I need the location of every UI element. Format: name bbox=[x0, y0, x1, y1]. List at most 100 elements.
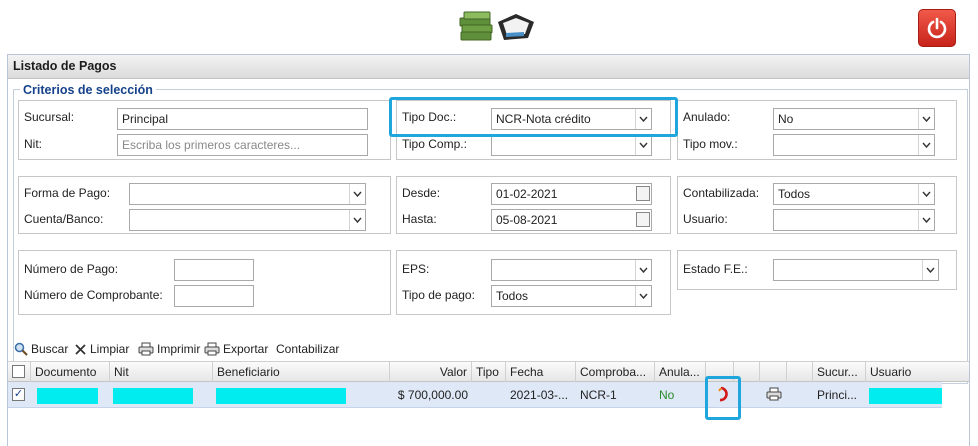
sucursal-field[interactable]: Principal bbox=[117, 108, 368, 130]
group-estado-fe: Estado F.E.: bbox=[677, 250, 957, 290]
cuenta-label: Cuenta/Banco: bbox=[24, 212, 104, 226]
anulado-value: No bbox=[778, 112, 794, 126]
hasta-label: Hasta: bbox=[402, 212, 437, 226]
tipo-pago-select[interactable]: Todos bbox=[491, 285, 652, 307]
chevron-down-icon[interactable] bbox=[635, 286, 651, 306]
power-button[interactable] bbox=[918, 9, 956, 47]
export-button[interactable]: Exportar bbox=[204, 342, 268, 356]
group-eps: EPS: Tipo de pago: Todos bbox=[396, 250, 671, 315]
sucursal-label: Sucursal: bbox=[24, 110, 75, 124]
header-select-all[interactable] bbox=[8, 362, 31, 382]
hasta-value: 05-08-2021 bbox=[496, 213, 558, 227]
tipo-comp-label: Tipo Comp.: bbox=[402, 137, 467, 151]
grid-header: Documento Nit Beneficiario Valor Tipo Fe… bbox=[8, 361, 969, 382]
row-select-cell[interactable]: ✓ bbox=[8, 382, 31, 407]
usuario-label: Usuario: bbox=[683, 212, 728, 226]
chevron-down-icon[interactable] bbox=[349, 210, 365, 230]
group-fechas: Desde: 01-02-2021 Hasta: 05-08-2021 bbox=[396, 176, 671, 234]
printer-icon bbox=[138, 342, 154, 356]
contabilizar-button-label: Contabilizar bbox=[276, 342, 340, 356]
print-button[interactable]: Imprimir bbox=[138, 342, 200, 356]
group-contabilizada: Contabilizada: Todos Usuario: bbox=[677, 176, 957, 234]
chevron-down-icon[interactable] bbox=[635, 135, 651, 155]
tipo-mov-select[interactable] bbox=[773, 134, 935, 156]
chevron-down-icon[interactable] bbox=[922, 260, 938, 280]
search-button-label: Buscar bbox=[31, 342, 69, 356]
select-all-checkbox[interactable] bbox=[12, 365, 25, 378]
cuenta-select[interactable] bbox=[129, 209, 366, 231]
chevron-down-icon[interactable] bbox=[918, 210, 934, 230]
usuario-select[interactable] bbox=[773, 209, 935, 231]
group-anulado: Anulado: No Tipo mov.: bbox=[677, 100, 957, 160]
tipo-pago-label: Tipo de pago: bbox=[402, 288, 475, 302]
numero-pago-input[interactable] bbox=[174, 259, 254, 281]
col-beneficiario[interactable]: Beneficiario bbox=[213, 362, 390, 382]
printer-icon[interactable] bbox=[766, 387, 782, 401]
sucursal-cell: Princi... bbox=[817, 388, 858, 402]
tipo-comp-select[interactable] bbox=[491, 134, 652, 156]
eps-select[interactable] bbox=[491, 259, 652, 281]
clear-button-label: Limpiar bbox=[90, 342, 130, 356]
valor-cell: $ 700,000.00 bbox=[397, 388, 468, 402]
anulado-select[interactable]: No bbox=[773, 108, 935, 130]
col-anulado[interactable]: Anula... bbox=[655, 362, 706, 382]
col-nit[interactable]: Nit bbox=[110, 362, 213, 382]
desde-label: Desde: bbox=[402, 186, 441, 200]
eps-label: EPS: bbox=[402, 262, 430, 276]
print-cell[interactable] bbox=[760, 382, 787, 407]
documento-redacted bbox=[37, 388, 98, 404]
contabilizar-button[interactable]: Contabilizar bbox=[276, 342, 339, 356]
calendar-icon[interactable] bbox=[636, 212, 650, 227]
chevron-down-icon[interactable] bbox=[918, 184, 934, 204]
col-comprobante[interactable]: Comproba... bbox=[576, 362, 655, 382]
numero-comp-input[interactable] bbox=[174, 285, 254, 307]
logo-icon bbox=[458, 8, 538, 44]
fecha-cell: 2021-03-... bbox=[510, 388, 569, 402]
pdf-icon-highlight bbox=[705, 376, 741, 420]
search-icon bbox=[14, 342, 28, 356]
forma-pago-label: Forma de Pago: bbox=[24, 186, 111, 200]
tipo-pago-value: Todos bbox=[496, 289, 529, 303]
hasta-date-field[interactable]: 05-08-2021 bbox=[491, 209, 652, 231]
calendar-icon[interactable] bbox=[636, 186, 650, 201]
forma-pago-select[interactable] bbox=[129, 183, 366, 205]
search-button[interactable]: Buscar bbox=[14, 342, 68, 356]
col-print[interactable] bbox=[760, 362, 787, 382]
print-button-label: Imprimir bbox=[157, 342, 201, 356]
chevron-down-icon[interactable] bbox=[918, 135, 934, 155]
anulado-label: Anulado: bbox=[683, 110, 731, 124]
tipo-mov-label: Tipo mov.: bbox=[683, 137, 738, 151]
clear-button[interactable]: Limpiar bbox=[74, 342, 129, 356]
clear-x-icon bbox=[75, 343, 86, 355]
row-checkbox[interactable]: ✓ bbox=[12, 388, 25, 401]
grid-toolbar: Buscar Limpiar Imprimir Exportar Contabi… bbox=[8, 336, 969, 362]
estado-fe-select[interactable] bbox=[773, 259, 939, 281]
col-valor[interactable]: Valor bbox=[390, 362, 472, 382]
chevron-down-icon[interactable] bbox=[918, 109, 934, 129]
chevron-down-icon[interactable] bbox=[349, 184, 365, 204]
criteria-legend: Criterios de selección bbox=[20, 83, 156, 97]
estado-fe-label: Estado F.E.: bbox=[683, 262, 748, 276]
contabilizada-value: Todos bbox=[778, 187, 811, 201]
col-usuario[interactable]: Usuario bbox=[866, 362, 969, 382]
nit-input[interactable]: Escriba los primeros caracteres... bbox=[117, 134, 368, 156]
col-tipo[interactable]: Tipo bbox=[472, 362, 506, 382]
col-sucursal[interactable]: Sucur... bbox=[813, 362, 866, 382]
group-numeros: Número de Pago: Número de Comprobante: bbox=[18, 250, 391, 315]
group-sucursal: Sucursal: Principal Nit: Escriba los pri… bbox=[18, 100, 391, 160]
col-blank-2[interactable] bbox=[787, 362, 813, 382]
export-icon bbox=[204, 342, 220, 356]
col-documento[interactable]: Documento bbox=[31, 362, 110, 382]
table-row[interactable]: ✓ $ 700,000.00 2021-03-... NCR-1 No Prin… bbox=[8, 382, 942, 408]
col-fecha[interactable]: Fecha bbox=[506, 362, 576, 382]
nit-redacted bbox=[113, 388, 193, 404]
desde-date-field[interactable]: 01-02-2021 bbox=[491, 183, 652, 205]
chevron-down-icon[interactable] bbox=[635, 260, 651, 280]
nit-label: Nit: bbox=[24, 137, 42, 151]
tipo-doc-highlight bbox=[389, 97, 678, 137]
beneficiario-redacted bbox=[216, 388, 346, 404]
contabilizada-select[interactable]: Todos bbox=[773, 183, 935, 205]
usuario-redacted bbox=[869, 388, 942, 404]
anulado-cell: No bbox=[659, 388, 675, 402]
desde-value: 01-02-2021 bbox=[496, 187, 558, 201]
